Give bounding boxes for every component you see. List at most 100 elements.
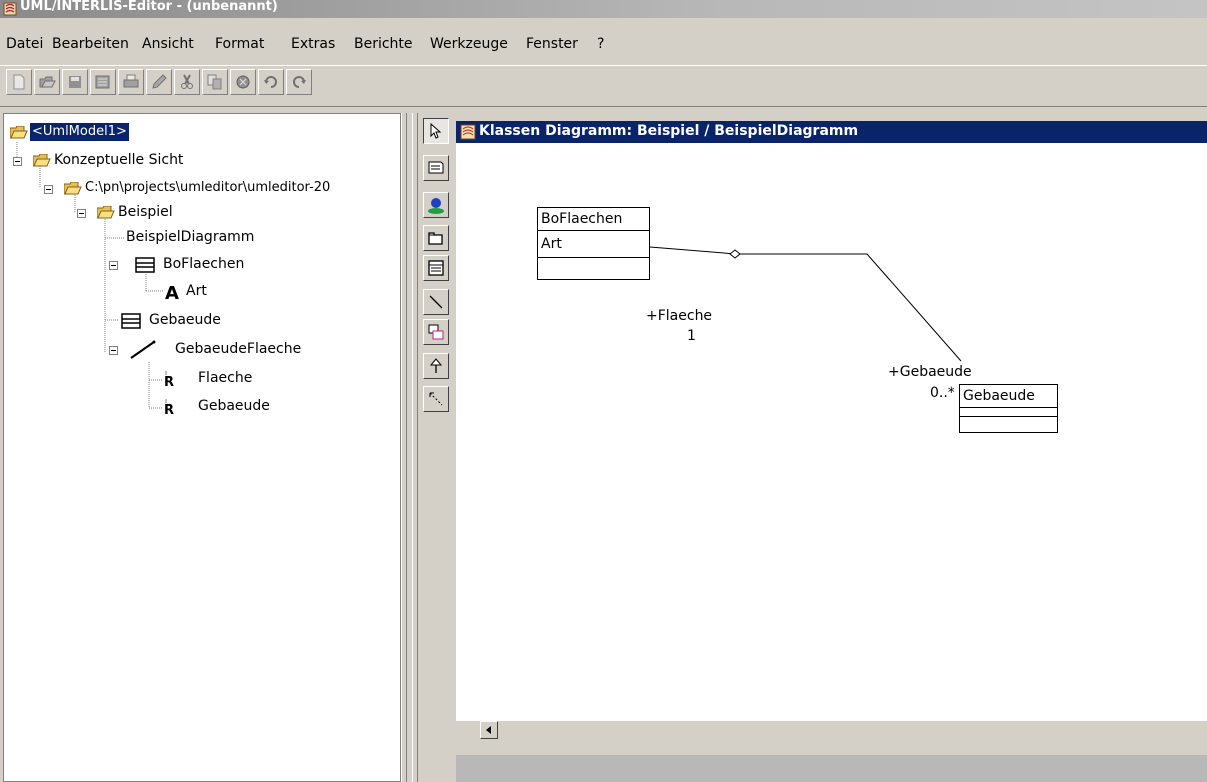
tree-label-view: Konzeptuelle Sicht [54,152,184,168]
package-icon [428,232,443,245]
generalization-tool-button[interactable] [423,353,449,379]
edit-pencil-icon [152,74,167,89]
role-label-gebaeude[interactable]: +Gebaeude [888,364,972,380]
uml-class-gebaeude[interactable]: Gebaeude [959,384,1058,433]
class-operations [538,258,649,270]
tree-item-package[interactable]: Beispiel [77,203,377,223]
menu-bearbeiten[interactable]: Bearbeiten [52,36,129,52]
linked-box-icon [428,324,444,340]
class-icon [121,313,141,329]
class-name: BoFlaechen [538,208,649,231]
diagram-status-bar [456,755,1207,782]
splitter[interactable] [412,113,418,782]
cut-button[interactable] [174,69,200,95]
title-bar: UML/INTERLIS-Editor - (unbenannt) [0,0,1207,18]
print-icon [123,74,139,88]
aggregation-diamond-icon [729,249,741,259]
tree-item-role-flaeche[interactable]: R Flaeche [162,369,362,389]
package-tool-button[interactable] [423,225,449,251]
link-box-tool-button[interactable] [423,319,449,345]
copy-icon [207,74,222,90]
menu-ansicht[interactable]: Ansicht [142,36,194,52]
edit-button[interactable] [146,69,172,95]
tree-item-role-gebaeude[interactable]: R Gebaeude [162,397,362,417]
tree-label-diagram: BeispielDiagramm [126,229,255,245]
tool-palette [420,113,456,782]
menu-fenster[interactable]: Fenster [526,36,578,52]
collapse-toggle[interactable] [109,261,118,270]
app-icon [3,2,17,16]
tree-item-class-gebaeude[interactable]: Gebaeude [118,311,378,331]
collapse-toggle[interactable] [77,209,86,218]
undo-button[interactable] [258,69,284,95]
menu-format[interactable]: Format [215,36,264,52]
class-attributes [960,408,1057,417]
scroll-left-button[interactable] [480,721,498,739]
tree-label-path: C:\pn\projects\umleditor\umleditor-20 [85,180,331,195]
class-operations [960,417,1057,425]
dependency-tool-button[interactable] [423,386,449,412]
folder-open-icon [10,126,28,139]
collapse-toggle[interactable] [13,157,22,166]
svg-text:A: A [165,283,179,301]
actor-tool-button[interactable] [423,192,449,218]
scroll-left-icon [486,726,491,734]
collapse-toggle[interactable] [44,185,53,194]
horizontal-scrollbar[interactable] [480,721,1207,739]
tree-item-diagram[interactable]: BeispielDiagramm [126,228,386,248]
copy-button[interactable] [202,69,228,95]
note-icon [428,161,444,174]
tree-item-view[interactable]: Konzeptuelle Sicht [13,151,393,171]
save-icon [69,76,81,88]
new-file-button[interactable] [6,69,32,95]
menu-datei[interactable]: Datei [6,36,43,52]
delete-button[interactable] [230,69,256,95]
redo-button[interactable] [286,69,312,95]
attribute-icon: A [165,283,179,301]
menu-help[interactable]: ? [597,36,604,52]
tree-item-root[interactable]: <UmlModel1> [10,123,400,143]
folder-open-icon [64,182,82,195]
tree-label-role2: Gebaeude [198,398,270,414]
class-icon [428,260,444,276]
tree-label-root: <UmlModel1> [30,123,129,141]
class-attribute: Art [538,231,649,258]
association-line-icon [429,295,443,309]
tree-item-class-boflaechen[interactable]: BoFlaechen [109,255,369,275]
save-as-button[interactable] [90,69,116,95]
tree-item-attribute-art[interactable]: A Art [164,282,364,302]
print-button[interactable] [118,69,144,95]
diagram-canvas[interactable]: BoFlaechen Art +Flaeche 1 +Gebaeude 0..*… [456,143,1207,721]
multiplicity-flaeche[interactable]: 1 [687,328,696,344]
save-button[interactable] [62,69,88,95]
open-button[interactable] [34,69,60,95]
generalization-arrow-icon [429,358,443,373]
diagram-title-bar[interactable]: Klassen Diagramm: Beispiel / BeispielDia… [456,121,1207,143]
select-arrow-icon [430,122,442,139]
tree-label-class1: BoFlaechen [163,256,245,272]
tree-item-path[interactable]: C:\pn\projects\umleditor\umleditor-20 [44,179,400,199]
role-icon: R [164,371,174,389]
multiplicity-gebaeude[interactable]: 0..* [930,385,955,401]
actor-icon [428,198,444,214]
association-icon [130,340,156,359]
folder-open-icon [97,206,115,219]
select-tool-button[interactable] [423,118,449,144]
role-icon: R [164,399,174,417]
collapse-toggle[interactable] [109,346,118,355]
note-tool-button[interactable] [423,155,449,181]
menu-extras[interactable]: Extras [291,36,335,52]
splitter[interactable] [401,113,407,782]
svg-text:R: R [164,403,174,417]
role-label-flaeche[interactable]: +Flaeche [646,308,712,324]
menu-berichte[interactable]: Berichte [354,36,413,52]
tree-item-association[interactable]: GebaeudeFlaeche [109,340,389,360]
uml-class-boflaechen[interactable]: BoFlaechen Art [537,207,650,280]
tree-label-role1: Flaeche [198,370,253,386]
model-tree[interactable]: <UmlModel1> Konzeptuelle Sicht C:\pn\pro… [3,113,401,782]
save-as-icon [95,75,110,89]
class-tool-button[interactable] [423,255,449,281]
association-tool-button[interactable] [423,289,449,315]
menu-werkzeuge[interactable]: Werkzeuge [430,36,508,52]
dependency-icon [429,392,443,406]
